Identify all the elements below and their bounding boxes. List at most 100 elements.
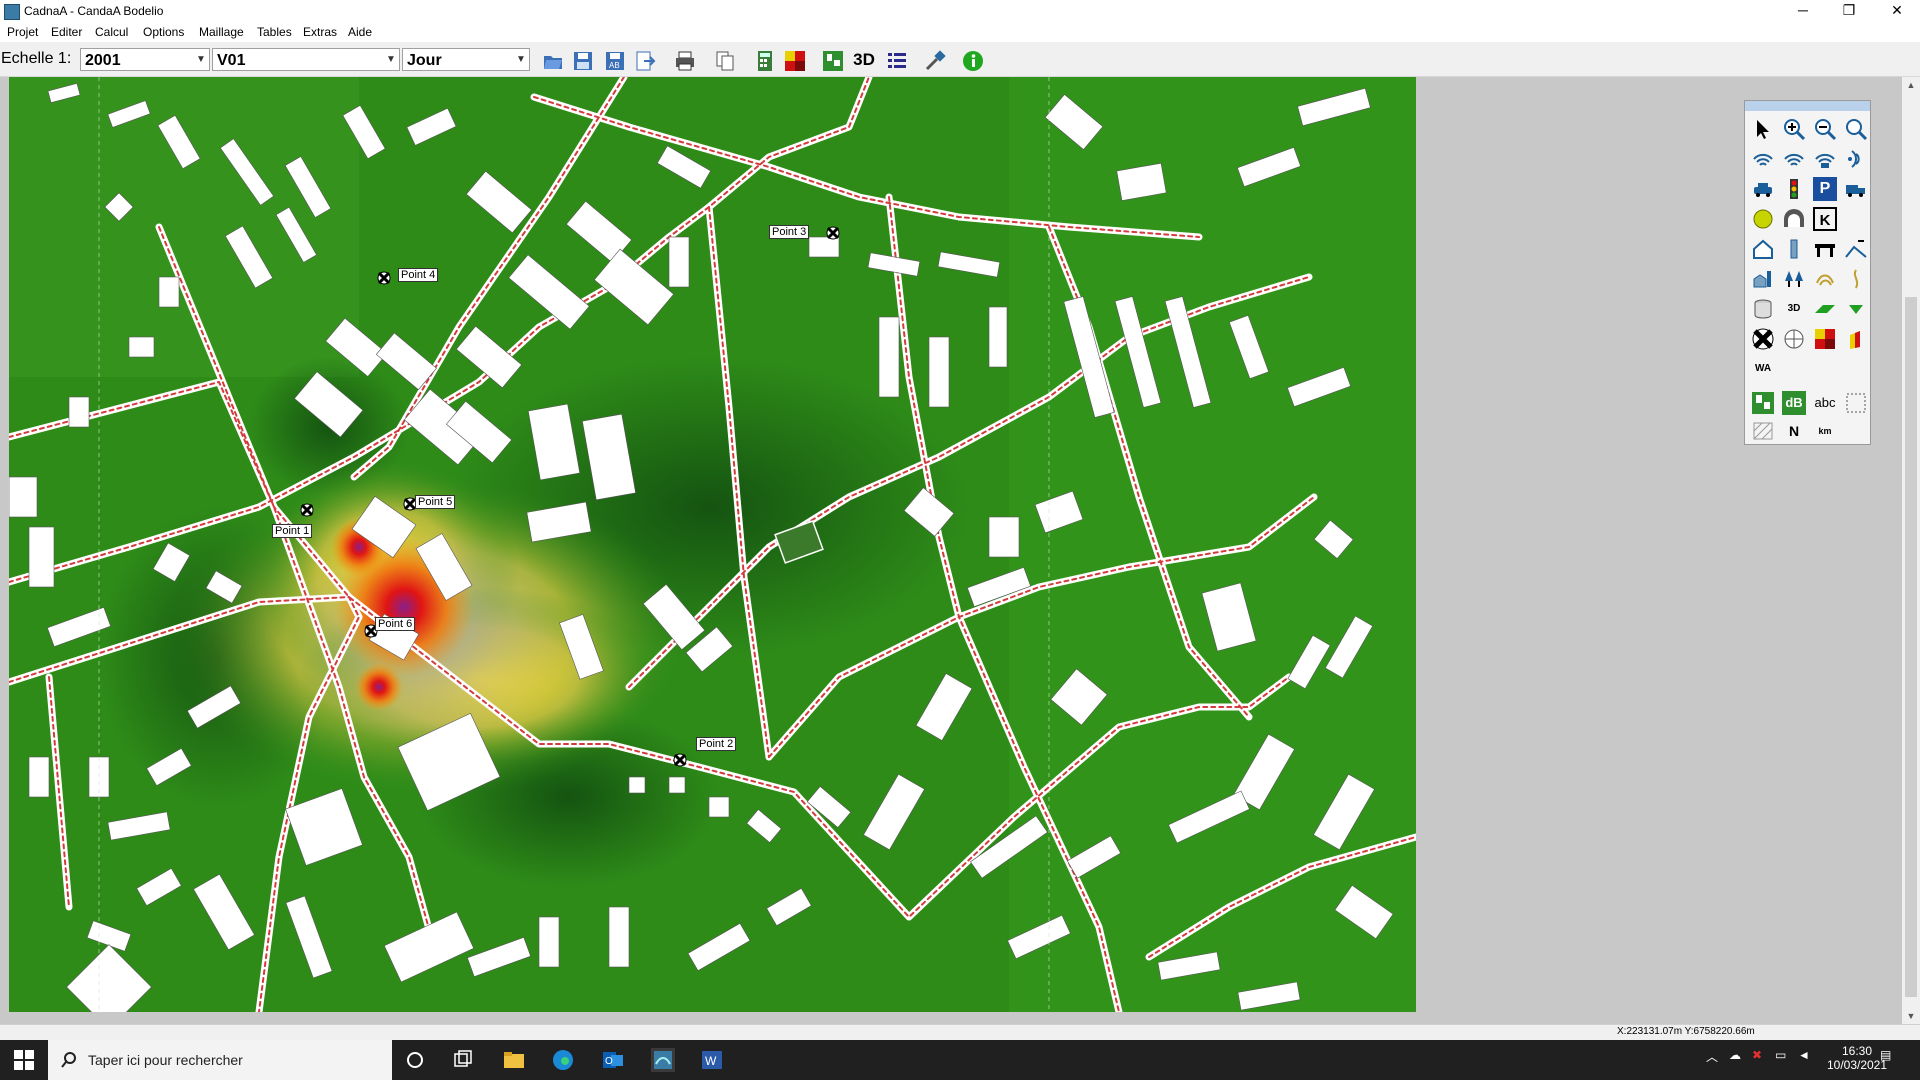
tray-cloud-icon[interactable]: ☁	[1729, 1048, 1741, 1062]
task-view-icon[interactable]	[451, 1048, 475, 1072]
copy-icon[interactable]	[714, 50, 736, 72]
variant-combo[interactable]: V01 ▼	[212, 48, 400, 71]
calculator-icon[interactable]	[754, 50, 776, 72]
receiver-marker-icon[interactable]	[377, 271, 391, 285]
receiver-marker-icon[interactable]	[673, 753, 687, 767]
tunnel-icon[interactable]	[1782, 207, 1806, 231]
receiver-grid-icon[interactable]	[1782, 327, 1806, 351]
receiver-marker-icon[interactable]	[826, 226, 840, 240]
menu-calcul[interactable]: Calcul	[95, 25, 128, 39]
menu-projet[interactable]: Projet	[7, 25, 38, 39]
industry-icon[interactable]	[1751, 267, 1775, 291]
menu-maillage[interactable]: Maillage	[199, 25, 244, 39]
triangle-down-icon[interactable]	[1844, 297, 1868, 321]
print-icon[interactable]	[674, 50, 696, 72]
car-icon[interactable]	[1751, 177, 1775, 201]
line-source-icon[interactable]	[1782, 147, 1806, 171]
scroll-down-icon[interactable]: ▼	[1902, 1008, 1920, 1024]
outlook-icon[interactable]: O	[601, 1048, 625, 1072]
wa-icon[interactable]: WA	[1751, 357, 1775, 381]
scrollbar-thumb[interactable]	[1905, 297, 1917, 997]
tool-icon[interactable]	[924, 50, 946, 72]
scale-bar-icon[interactable]: km	[1813, 419, 1837, 443]
hatch-area-icon[interactable]	[1751, 419, 1775, 443]
height-line-icon[interactable]	[1844, 267, 1868, 291]
text-tool-icon[interactable]: abc	[1813, 391, 1837, 415]
map-view[interactable]: Point 1 Point 2 Point 3 Point 4 Point 5 …	[0, 77, 1920, 1024]
vertical-scrollbar[interactable]: ▲ ▼	[1902, 77, 1920, 1024]
map-view-icon[interactable]	[822, 50, 844, 72]
chevron-down-icon[interactable]: ▼	[513, 49, 529, 70]
file-explorer-icon[interactable]	[502, 1048, 526, 1072]
chevron-down-icon[interactable]: ▼	[383, 49, 399, 70]
period-combo[interactable]: Jour ▼	[402, 48, 530, 71]
cortana-icon[interactable]	[403, 1048, 427, 1072]
area-circle-icon[interactable]	[1751, 207, 1775, 231]
restore-button[interactable]: ❐	[1826, 0, 1872, 22]
close-button[interactable]: ✕	[1874, 0, 1920, 22]
cylinder-icon[interactable]	[1751, 297, 1775, 321]
scale-label: Echelle 1:	[1, 50, 72, 67]
truck-icon[interactable]	[1844, 177, 1868, 201]
export-icon[interactable]	[634, 50, 656, 72]
notifications-icon[interactable]: ▤	[1880, 1048, 1891, 1062]
bridge-icon[interactable]	[1813, 237, 1837, 261]
scroll-up-icon[interactable]: ▲	[1902, 77, 1920, 93]
3d-view-icon[interactable]: 3D	[850, 50, 878, 72]
cadna-taskbar-icon[interactable]	[651, 1048, 675, 1072]
grid-map-icon[interactable]	[784, 50, 806, 72]
point-source-icon[interactable]	[1844, 147, 1868, 171]
north-arrow-icon[interactable]: N	[1782, 419, 1806, 443]
list-icon[interactable]	[886, 50, 908, 72]
menu-editer[interactable]: Editer	[51, 25, 82, 39]
edge-browser-icon[interactable]	[551, 1048, 575, 1072]
zoom-window-icon[interactable]	[1844, 117, 1868, 141]
tray-antivirus-icon[interactable]: ✖	[1752, 1048, 1762, 1062]
open-icon[interactable]	[542, 50, 564, 72]
scale-combo[interactable]: 2001 ▼	[80, 48, 210, 71]
tray-network-icon[interactable]: ▭	[1775, 1048, 1786, 1062]
barrier-icon[interactable]	[1782, 237, 1806, 261]
menu-aide[interactable]: Aide	[348, 25, 372, 39]
surface-icon[interactable]	[1813, 297, 1837, 321]
variant-value: V01	[217, 52, 246, 69]
tray-chevron-up-icon[interactable]: ︿	[1706, 1048, 1718, 1065]
point-label: Point 4	[398, 268, 439, 282]
minimize-button[interactable]: ─	[1780, 0, 1826, 22]
embankment-icon[interactable]	[1844, 237, 1868, 261]
tray-volume-icon[interactable]: ◄	[1798, 1048, 1810, 1062]
rectangle-select-icon[interactable]	[1844, 391, 1868, 415]
facade-icon[interactable]	[1844, 327, 1868, 351]
db-icon[interactable]: dB	[1782, 391, 1806, 415]
save-as-icon[interactable]: AB	[604, 50, 626, 72]
menu-tables[interactable]: Tables	[257, 25, 292, 39]
palette-header[interactable]	[1745, 101, 1870, 111]
map-tool-icon[interactable]	[1751, 391, 1775, 415]
menu-bar: Projet Editer Calcul Options Maillage Ta…	[0, 22, 1920, 42]
traffic-light-icon[interactable]	[1782, 177, 1806, 201]
info-icon[interactable]	[962, 50, 984, 72]
3d-object-icon[interactable]: 3D	[1782, 297, 1806, 321]
select-arrow-icon[interactable]	[1751, 117, 1775, 141]
area-source-icon[interactable]	[1813, 147, 1837, 171]
grid-calc-icon[interactable]	[1813, 327, 1837, 351]
contour-icon[interactable]	[1813, 267, 1837, 291]
chevron-down-icon[interactable]: ▼	[193, 49, 209, 70]
windows-start-icon[interactable]	[12, 1048, 36, 1072]
point-label: Point 1	[272, 524, 313, 538]
trees-icon[interactable]	[1782, 267, 1806, 291]
zoom-out-icon[interactable]	[1813, 117, 1837, 141]
save-icon[interactable]	[572, 50, 594, 72]
building-icon[interactable]	[1751, 237, 1775, 261]
noise-map-canvas[interactable]	[9, 77, 1416, 1012]
receiver-marker-icon[interactable]	[300, 503, 314, 517]
taskbar-search-box[interactable]: Taper ici pour rechercher	[48, 1040, 392, 1080]
parking-icon[interactable]: P	[1813, 177, 1837, 201]
k-object-icon[interactable]: K	[1813, 207, 1837, 231]
menu-options[interactable]: Options	[143, 25, 184, 39]
zoom-in-icon[interactable]	[1782, 117, 1806, 141]
word-icon[interactable]: W	[700, 1048, 724, 1072]
receiver-icon[interactable]	[1751, 327, 1775, 351]
wifi-source-icon[interactable]	[1751, 147, 1775, 171]
menu-extras[interactable]: Extras	[303, 25, 337, 39]
